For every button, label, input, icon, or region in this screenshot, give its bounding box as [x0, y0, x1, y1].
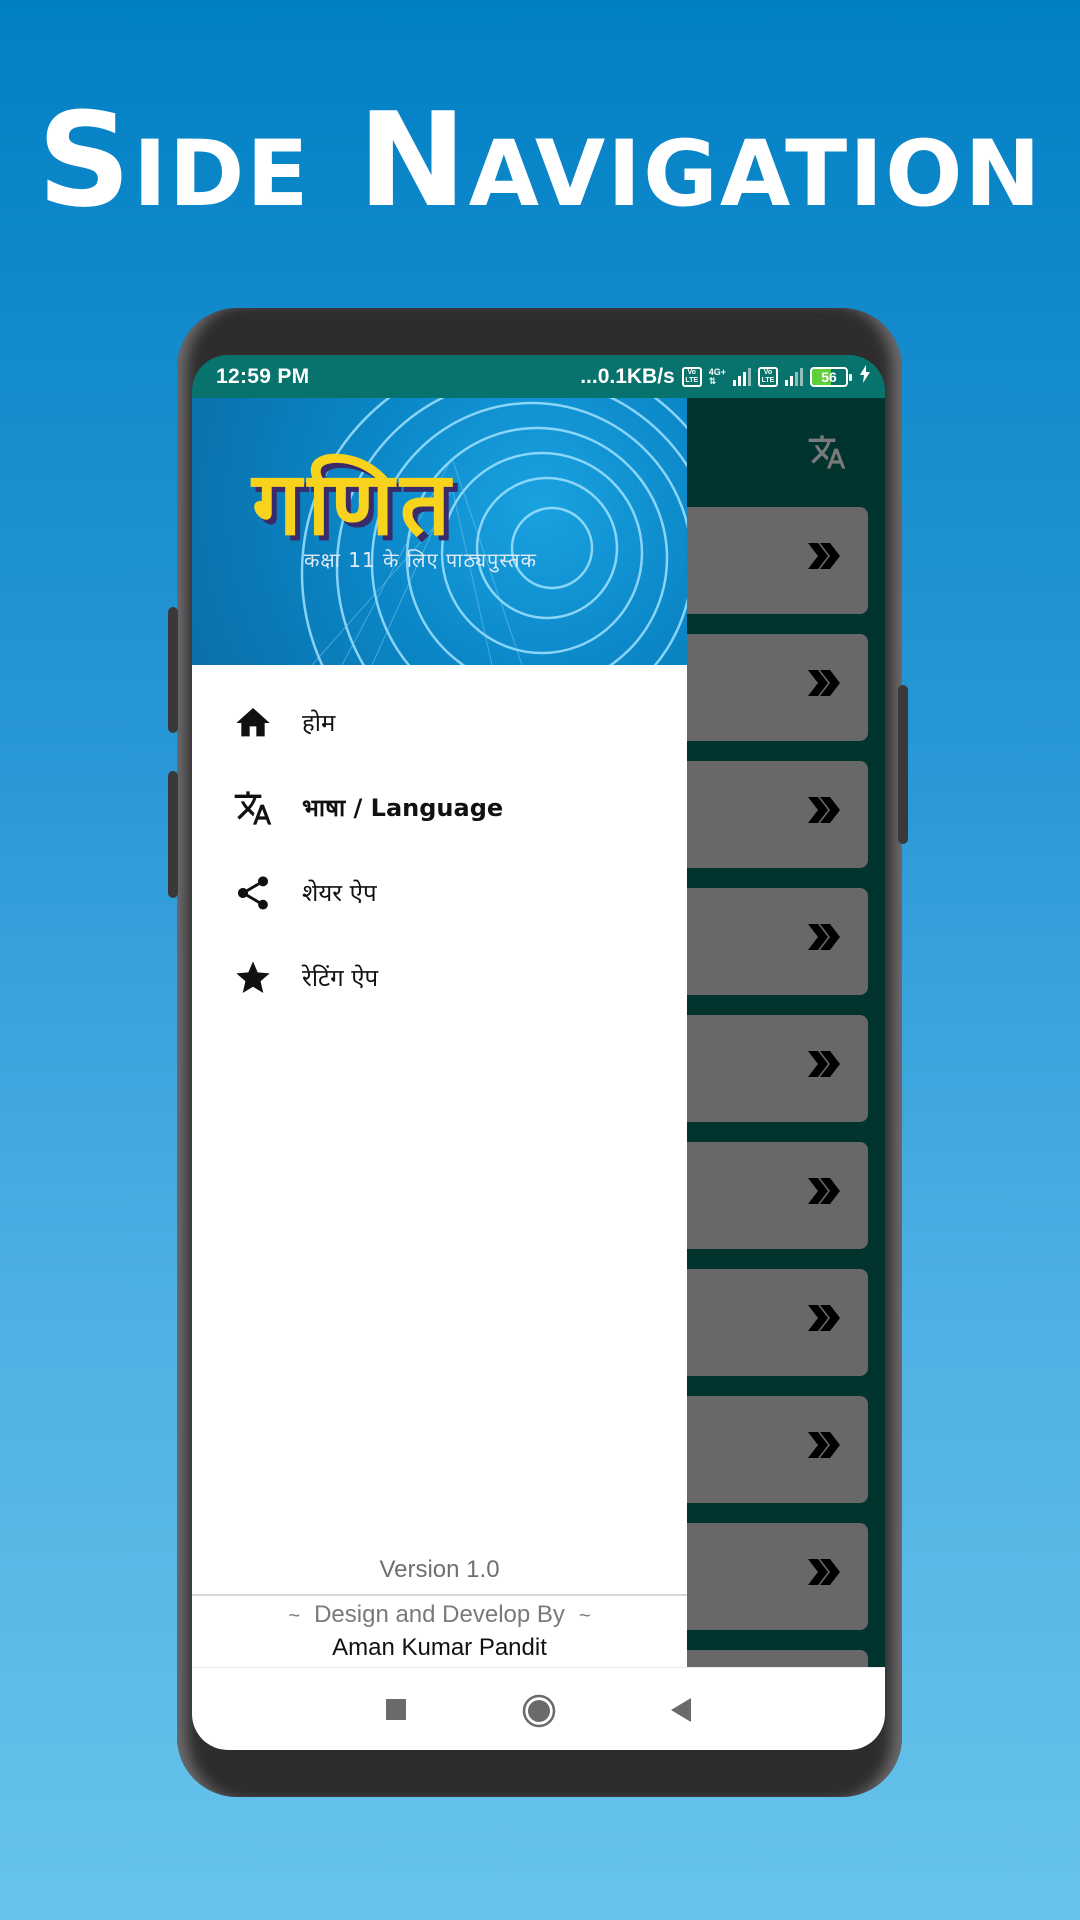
- system-navigation-bar: [192, 1667, 885, 1750]
- app-version: Version 1.0: [379, 1556, 500, 1583]
- volte-bottom: LTE: [761, 376, 775, 384]
- menu-label-home: होम: [302, 709, 336, 737]
- drawer-menu: होम भाषा / Language शेयर ऐप रेटिंग ऐप: [192, 680, 687, 1020]
- phone-volume-up-button: [168, 607, 178, 733]
- square-recents-icon[interactable]: [385, 1697, 407, 1726]
- author-name: Aman Kumar Pandit: [332, 1634, 547, 1661]
- double-chevron-right-icon: [806, 541, 842, 576]
- menu-item-share-app[interactable]: शेयर ऐप: [192, 850, 687, 935]
- menu-item-language[interactable]: भाषा / Language: [192, 765, 687, 850]
- circle-home-icon[interactable]: [522, 1694, 556, 1733]
- network-speed: ...0.1KB/s: [580, 364, 675, 388]
- network-type: 4G+ ⇅: [708, 367, 726, 386]
- header-book-title: गणित: [252, 452, 457, 555]
- menu-label-share-app: शेयर ऐप: [302, 879, 377, 907]
- double-chevron-right-icon: [806, 922, 842, 957]
- battery-percent: 56: [821, 368, 837, 385]
- menu-item-home[interactable]: होम: [192, 680, 687, 765]
- volte-bottom: LTE: [685, 376, 699, 384]
- signal-strength-sim1-icon: [733, 367, 751, 386]
- double-chevron-right-icon: [806, 1557, 842, 1592]
- battery-icon: 56: [810, 366, 852, 387]
- promo-title: Side Navigation: [37, 84, 1043, 236]
- double-chevron-right-icon: [806, 1176, 842, 1211]
- double-chevron-right-icon: [806, 1303, 842, 1338]
- charging-bolt-icon: [859, 364, 871, 389]
- double-chevron-right-icon: [806, 1049, 842, 1084]
- menu-label-rating-app: रेटिंग ऐप: [302, 964, 379, 992]
- tilde-right: ~: [578, 1605, 591, 1627]
- signal-strength-sim2-icon: [785, 367, 803, 386]
- share-icon: [232, 872, 274, 914]
- navigation-drawer: गणित कक्षा 11 के लिए पाठ्यपुस्तक होम भाष…: [192, 398, 687, 1667]
- volte-badge-sim1: Vo LTE: [681, 366, 702, 387]
- credit-text: Design and Develop By: [314, 1601, 565, 1628]
- data-arrows-icon: ⇅: [708, 375, 717, 386]
- double-chevron-right-icon: [806, 668, 842, 703]
- triangle-back-icon[interactable]: [670, 1697, 692, 1728]
- status-time: 12:59 PM: [216, 364, 310, 388]
- double-chevron-right-icon: [806, 1430, 842, 1465]
- phone-screen: ाब ीकरण: [192, 355, 885, 1750]
- footer-divider: [192, 1594, 687, 1596]
- volte-top: Vo: [687, 368, 696, 376]
- phone-volume-down-button: [168, 771, 178, 898]
- tilde-left: ~: [288, 1605, 301, 1627]
- developer-credit-line: ~ Design and Develop By ~: [192, 1601, 687, 1629]
- volte-badge-sim2: Vo LTE: [758, 366, 778, 387]
- star-icon: [232, 957, 274, 999]
- menu-item-rating-app[interactable]: रेटिंग ऐप: [192, 935, 687, 1020]
- translate-icon: [232, 787, 274, 829]
- translate-icon[interactable]: [807, 432, 847, 477]
- menu-label-language: भाषा / Language: [302, 794, 504, 822]
- phone-power-button: [898, 685, 908, 844]
- header-book-subtitle: कक्षा 11 के लिए पाठ्यपुस्तक: [304, 548, 537, 572]
- status-bar: 12:59 PM ...0.1KB/s Vo LTE 4G+ ⇅ Vo LTE 56: [192, 355, 885, 398]
- double-chevron-right-icon: [806, 795, 842, 830]
- volte-top: Vo: [763, 368, 773, 376]
- home-icon: [232, 702, 274, 744]
- drawer-header-image: गणित कक्षा 11 के लिए पाठ्यपुस्तक: [192, 398, 687, 665]
- status-indicators: ...0.1KB/s Vo LTE 4G+ ⇅ Vo LTE 56: [580, 364, 871, 389]
